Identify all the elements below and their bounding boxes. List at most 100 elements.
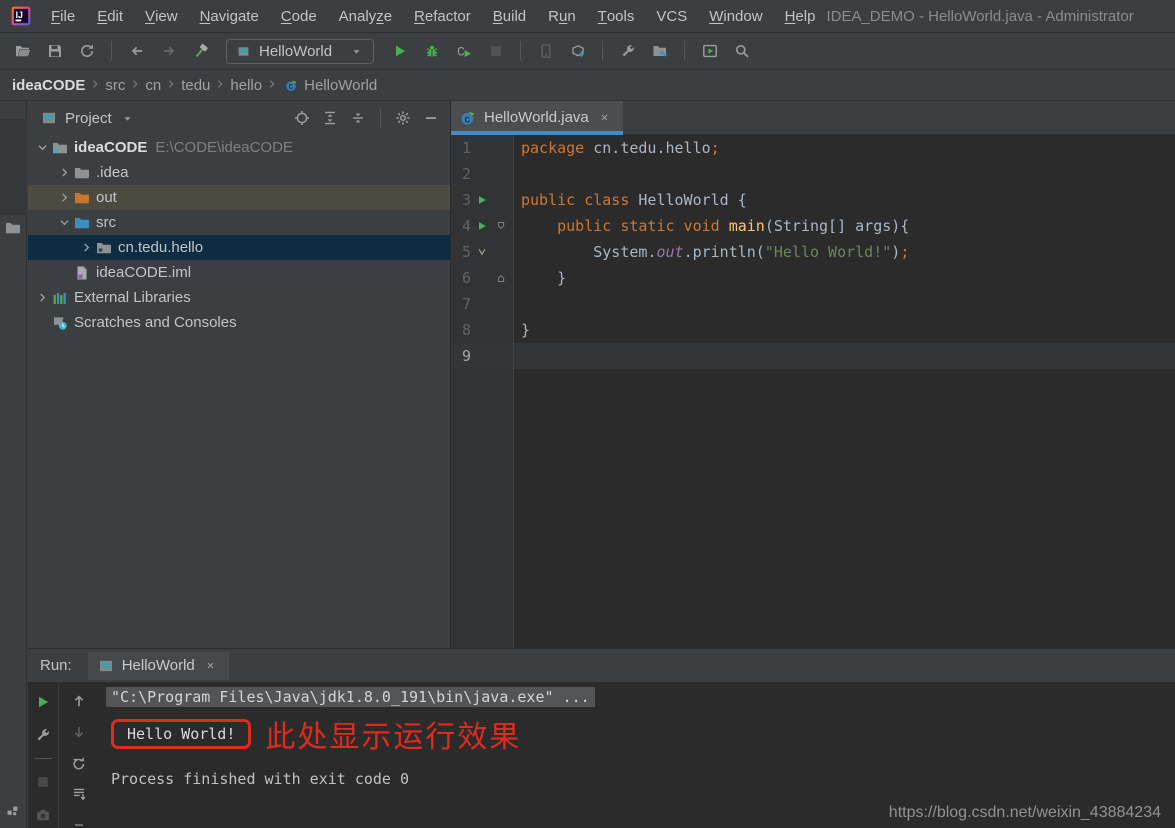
run-with-coverage-button[interactable]: C <box>449 38 478 64</box>
hammer-icon <box>192 42 210 60</box>
svg-text:IJ: IJ <box>16 10 23 20</box>
tree-item-cn-tedu-hello[interactable]: cn.tedu.hello <box>28 235 450 260</box>
update-project-button[interactable] <box>563 38 592 64</box>
tree-item-ideacode-iml[interactable]: ideaCODE.iml <box>28 260 450 285</box>
run-play-icon <box>391 42 409 60</box>
chevron-right-icon[interactable] <box>78 241 95 254</box>
chevron-right-icon[interactable] <box>56 191 73 204</box>
tree-item-label: .idea <box>96 164 129 181</box>
stop-process-button <box>31 772 55 792</box>
chevron-down-icon[interactable] <box>56 216 73 229</box>
close-icon[interactable] <box>596 109 614 127</box>
arrow-right-icon <box>160 42 178 60</box>
fold-up-icon[interactable] <box>492 272 510 284</box>
expand-all-button[interactable] <box>317 106 343 130</box>
code-line-1[interactable]: 1package cn.tedu.hello; <box>451 135 1175 161</box>
gutter: 2 <box>451 161 514 187</box>
chevron-down-icon[interactable] <box>119 109 137 127</box>
menu-item-view[interactable]: View <box>134 0 189 32</box>
build-project-button[interactable] <box>186 38 215 64</box>
synchronize-button[interactable] <box>72 38 101 64</box>
favorites-folder-icon[interactable] <box>4 219 22 237</box>
run-gutter-icon[interactable] <box>471 194 492 206</box>
menu-item-file[interactable]: File <box>40 0 86 32</box>
menu-item-run[interactable]: Run <box>537 0 587 32</box>
back-button[interactable] <box>122 38 151 64</box>
code-line-5[interactable]: 5 System.out.println("Hello World!"); <box>451 239 1175 265</box>
code-line-7[interactable]: 7 <box>451 291 1175 317</box>
view-options-button[interactable] <box>390 106 416 130</box>
menu-item-code[interactable]: Code <box>270 0 328 32</box>
project-structure-button[interactable] <box>645 38 674 64</box>
run-configurations[interactable]: HelloWorld <box>226 39 374 64</box>
run-console[interactable]: "C:\Program Files\Java\jdk1.8.0_191\bin\… <box>99 682 1175 828</box>
tree-item-src[interactable]: src <box>28 210 450 235</box>
menu-item-edit[interactable]: Edit <box>86 0 134 32</box>
run-gutter-icon[interactable] <box>471 220 492 232</box>
debug-button[interactable] <box>417 38 446 64</box>
breadcrumb-item-hello[interactable]: hello <box>230 77 262 94</box>
tree-item-external-libraries[interactable]: External Libraries <box>28 285 450 310</box>
menu-item-vcs[interactable]: VCS <box>645 0 698 32</box>
rerun-button[interactable] <box>31 692 55 712</box>
breadcrumb-item-cn[interactable]: cn <box>145 77 161 94</box>
chevron-down-icon[interactable] <box>34 141 51 154</box>
collapse-all-button[interactable] <box>345 106 371 130</box>
chevron-right-icon[interactable] <box>34 291 51 304</box>
run-tab-helloworld[interactable]: HelloWorld <box>88 652 229 680</box>
prev-occurrence-button[interactable] <box>67 692 91 710</box>
menu-item-analyze[interactable]: Analyze <box>328 0 403 32</box>
more-button[interactable] <box>67 816 91 828</box>
project-panel-title[interactable]: Project <box>65 110 112 127</box>
code-line-3[interactable]: 3public class HelloWorld { <box>451 187 1175 213</box>
tab-helloworld-java[interactable]: C HelloWorld.java <box>451 101 623 134</box>
menu-item-refactor[interactable]: Refactor <box>403 0 482 32</box>
code-line-6[interactable]: 6 } <box>451 265 1175 291</box>
svg-text:C: C <box>288 84 293 92</box>
breadcrumb-item-tedu[interactable]: tedu <box>181 77 210 94</box>
menu-item-window[interactable]: Window <box>698 0 773 32</box>
menu-item-tools[interactable]: Tools <box>587 0 646 32</box>
breadcrumb-item-src[interactable]: src <box>105 77 125 94</box>
sidebar-item-project[interactable]: Project <box>0 119 27 215</box>
save-all-button[interactable] <box>40 38 69 64</box>
code-line-9[interactable]: 9 <box>451 343 1175 369</box>
crosshair-icon <box>293 109 311 127</box>
tree-item-scratches-and-consoles[interactable]: Scratches and Consoles <box>28 310 450 335</box>
settings-wrench-button[interactable] <box>613 38 642 64</box>
code-segment: ; <box>900 243 909 261</box>
chevron-right-icon[interactable] <box>56 166 73 179</box>
menu-item-build[interactable]: Build <box>482 0 537 32</box>
tree-item-out[interactable]: out <box>28 185 450 210</box>
open-button[interactable] <box>8 38 37 64</box>
hide-panel-button[interactable] <box>418 106 444 130</box>
chevron-down-icon <box>347 42 365 60</box>
line-number: 4 <box>451 213 471 239</box>
code-line-4[interactable]: 4 public static void main(String[] args)… <box>451 213 1175 239</box>
breadcrumb-item-helloworld[interactable]: HelloWorld <box>304 77 377 94</box>
menu-item-help[interactable]: Help <box>774 0 827 32</box>
restore-layout-button[interactable] <box>67 754 91 772</box>
code-line-2[interactable]: 2 <box>451 161 1175 187</box>
fold-down-icon[interactable] <box>492 220 510 232</box>
locate-file-button[interactable] <box>289 106 315 130</box>
search-everywhere-button[interactable] <box>727 38 756 64</box>
edit-configuration-button[interactable] <box>31 725 55 745</box>
code-editor[interactable]: 1package cn.tedu.hello;23public class He… <box>451 135 1175 648</box>
sidebar-item-structure[interactable]: Structure <box>0 701 27 797</box>
structure-blocks-icon[interactable] <box>4 801 22 819</box>
toolbar-separator <box>520 41 521 61</box>
tree-item--idea[interactable]: .idea <box>28 160 450 185</box>
menu-item-navigate[interactable]: Navigate <box>189 0 270 32</box>
close-icon[interactable] <box>202 657 220 675</box>
breadcrumb-item-ideacode[interactable]: ideaCODE <box>12 77 85 94</box>
run-button[interactable] <box>385 38 414 64</box>
scroll-to-end-button[interactable] <box>67 785 91 803</box>
project-header-buttons <box>289 106 444 130</box>
code-line-8[interactable]: 8} <box>451 317 1175 343</box>
check-gutter-icon[interactable] <box>471 246 492 258</box>
run-anything-button[interactable] <box>695 38 724 64</box>
console-command-line[interactable]: "C:\Program Files\Java\jdk1.8.0_191\bin\… <box>106 687 595 707</box>
tree-item-ideacode[interactable]: ideaCODEE:\CODE\ideaCODE <box>28 135 450 160</box>
chevron-right-icon <box>165 77 177 94</box>
